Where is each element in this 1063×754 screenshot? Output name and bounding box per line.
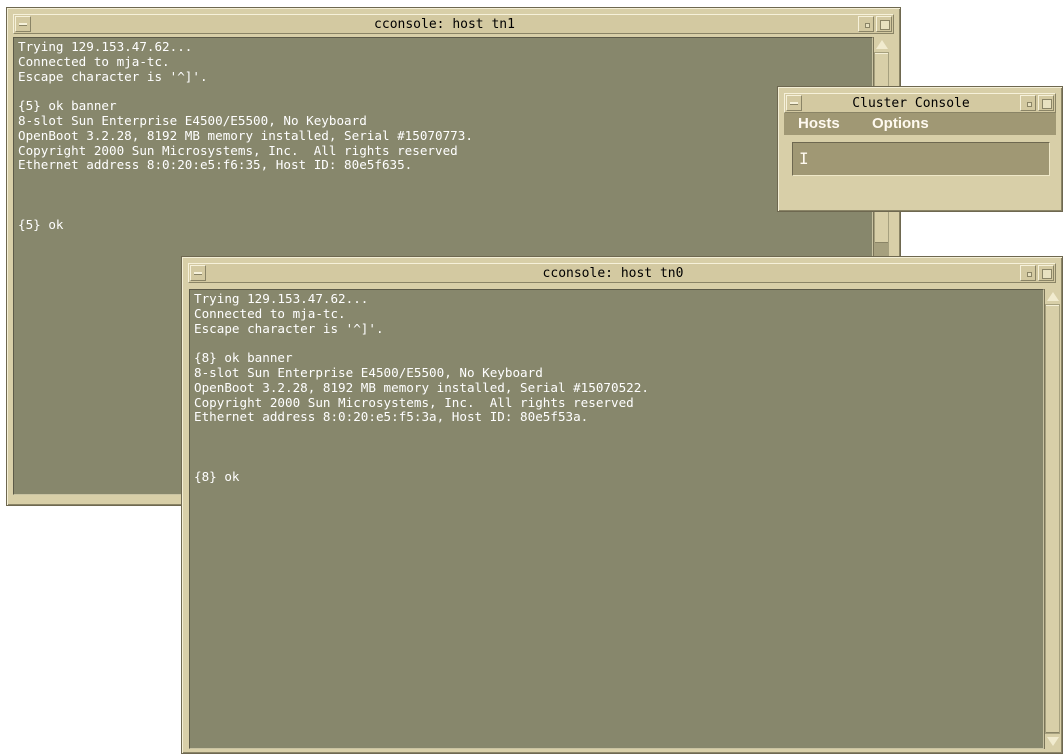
terminal-tn0[interactable]: Trying 129.153.47.62... Connected to mja… — [189, 289, 1044, 749]
window-cluster-console[interactable]: Cluster Console Hosts Options I — [777, 86, 1063, 212]
window-menu-button[interactable] — [190, 265, 206, 281]
terminal-line: Ethernet address 8:0:20:e5:f5:3a, Host I… — [194, 409, 589, 425]
titlebar-tn0[interactable]: cconsole: host tn0 — [188, 263, 1056, 283]
terminal-line: {5} ok — [18, 216, 64, 232]
window-menu-button[interactable] — [786, 95, 802, 111]
scroll-up-arrow-icon[interactable] — [1045, 289, 1060, 304]
titlebar-tn1[interactable]: cconsole: host tn1 — [13, 14, 894, 34]
terminal-line: {8} ok — [194, 468, 240, 484]
minimize-button[interactable] — [1020, 95, 1036, 111]
minimize-button[interactable] — [1020, 265, 1036, 281]
scroll-down-arrow-icon[interactable] — [1045, 734, 1060, 749]
terminal-line: Trying 129.153.47.62... — [194, 291, 369, 306]
window-title-tn1: cconsole: host tn1 — [374, 17, 515, 32]
terminal-line: Copyright 2000 Sun Microsystems, Inc. Al… — [194, 394, 634, 410]
terminal-line: Copyright 2000 Sun Microsystems, Inc. Al… — [18, 142, 458, 158]
terminal-line: Trying 129.153.47.62... — [18, 39, 193, 54]
titlebar-cluster-console[interactable]: Cluster Console — [784, 93, 1056, 113]
scroll-thumb[interactable] — [1046, 305, 1059, 733]
terminal-line: OpenBoot 3.2.28, 8192 MB memory installe… — [194, 379, 649, 395]
terminal-line: {8} ok banner — [194, 350, 293, 366]
terminal-line: Connected to mja-tc. — [18, 53, 170, 69]
terminal-line: Connected to mja-tc. — [194, 305, 346, 321]
text-cursor: I — [799, 149, 809, 168]
terminal-line: {5} ok banner — [18, 98, 117, 114]
window-title-tn0: cconsole: host tn0 — [542, 266, 684, 281]
terminal-line: Escape character is '^]'. — [18, 68, 208, 84]
maximize-button[interactable] — [1038, 95, 1054, 111]
terminal-line: Escape character is '^]'. — [194, 320, 384, 336]
menubar: Hosts Options — [784, 113, 1056, 135]
terminal-line: OpenBoot 3.2.28, 8192 MB memory installe… — [18, 127, 473, 143]
menu-hosts[interactable]: Hosts — [798, 115, 840, 132]
terminal-output-tn1: Trying 129.153.47.62... Connected to mja… — [14, 38, 872, 234]
menu-options[interactable]: Options — [872, 115, 929, 132]
scrollbar-tn0[interactable] — [1044, 289, 1060, 749]
window-menu-button[interactable] — [15, 16, 31, 32]
maximize-button[interactable] — [1038, 265, 1054, 281]
minimize-button[interactable] — [858, 16, 874, 32]
window-host-tn0[interactable]: cconsole: host tn0 Trying 129.153.47.62.… — [181, 256, 1063, 754]
terminal-output-tn0: Trying 129.153.47.62... Connected to mja… — [190, 290, 1043, 486]
window-title-cluster-console: Cluster Console — [852, 96, 970, 111]
terminal-line: 8-slot Sun Enterprise E4500/E5500, No Ke… — [18, 112, 367, 128]
scroll-up-arrow-icon[interactable] — [874, 37, 889, 52]
command-input[interactable]: I — [792, 142, 1050, 176]
terminal-line: 8-slot Sun Enterprise E4500/E5500, No Ke… — [194, 364, 543, 380]
terminal-line: Ethernet address 8:0:20:e5:f6:35, Host I… — [18, 157, 413, 173]
maximize-button[interactable] — [876, 16, 892, 32]
